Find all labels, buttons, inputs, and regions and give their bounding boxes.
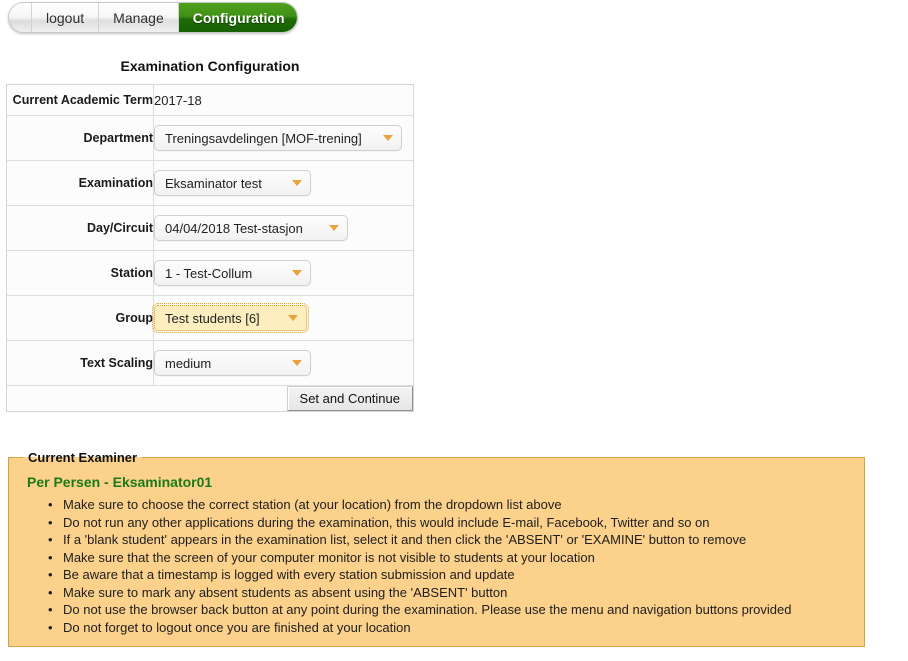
group-select[interactable]: Test students [6] [152, 303, 309, 333]
examination-select-value: Eksaminator test [165, 175, 262, 191]
table-row-day-circuit: Day/Circuit 04/04/2018 Test-stasjon [7, 205, 413, 251]
page-title: Examination Configuration [120, 58, 300, 74]
station-select-value: 1 - Test-Collum [165, 265, 253, 281]
tab-configuration[interactable]: Configuration [178, 3, 297, 32]
examiner-instructions-list: Make sure to choose the correct station … [39, 496, 854, 636]
current-examiner-panel: Current Examiner Per Persen - Eksaminato… [8, 450, 865, 647]
group-select-value: Test students [6] [165, 310, 260, 326]
table-row-station: Station 1 - Test-Collum [7, 250, 413, 296]
list-item: Make sure that the screen of your comput… [48, 549, 854, 567]
tab-logout-label: logout [46, 9, 85, 26]
table-row-text-scaling: Text Scaling medium [7, 340, 413, 386]
station-select[interactable]: 1 - Test-Collum [154, 260, 311, 286]
list-item: Make sure to choose the correct station … [48, 496, 854, 514]
chevron-down-icon [292, 180, 302, 186]
text-scaling-select-value: medium [165, 355, 212, 371]
table-row-group: Group Test students [6] [7, 295, 413, 341]
examiner-name: Per Persen - Eksaminator01 [27, 474, 213, 490]
list-item: Do not forget to logout once you are fin… [48, 619, 854, 637]
tab-configuration-label: Configuration [192, 9, 285, 26]
tab-bar-left-cap [9, 3, 32, 32]
examination-select[interactable]: Eksaminator test [154, 170, 311, 196]
table-row-examination: Examination Eksaminator test [7, 160, 413, 206]
current-examiner-legend: Current Examiner [28, 450, 138, 465]
chevron-down-icon [383, 135, 393, 141]
tab-logout[interactable]: logout [32, 3, 100, 32]
label-current-academic-term: Current Academic Term [7, 85, 154, 116]
list-item: Do not run any other applications during… [48, 514, 854, 532]
tab-manage[interactable]: Manage [99, 3, 179, 32]
value-current-academic-term: 2017-18 [153, 85, 413, 116]
label-examination: Examination [7, 160, 154, 206]
set-and-continue-button[interactable]: Set and Continue [286, 386, 413, 411]
label-station: Station [7, 250, 154, 296]
table-row-academic-term: Current Academic Term 2017-18 [7, 85, 413, 116]
tab-bar: logout Manage Configuration [8, 2, 298, 33]
department-select[interactable]: Treningsavdelingen [MOF-trening] [154, 125, 402, 151]
chevron-down-icon [288, 315, 298, 321]
chevron-down-icon [292, 270, 302, 276]
list-item: If a 'blank student' appears in the exam… [48, 531, 854, 549]
text-scaling-select[interactable]: medium [154, 350, 311, 376]
table-row-actions: Set and Continue [7, 386, 413, 411]
chevron-down-icon [292, 360, 302, 366]
label-group: Group [7, 295, 154, 341]
day-circuit-select[interactable]: 04/04/2018 Test-stasjon [154, 215, 348, 241]
department-select-value: Treningsavdelingen [MOF-trening] [165, 130, 362, 146]
label-text-scaling: Text Scaling [7, 340, 154, 386]
tab-manage-label: Manage [113, 9, 164, 26]
configuration-panel: Current Academic Term 2017-18 Department… [6, 84, 414, 412]
day-circuit-select-value: 04/04/2018 Test-stasjon [165, 220, 303, 236]
table-row-department: Department Treningsavdelingen [MOF-treni… [7, 115, 413, 161]
list-item: Do not use the browser back button at an… [48, 601, 854, 619]
configuration-table: Current Academic Term 2017-18 Department… [7, 85, 413, 411]
label-day-circuit: Day/Circuit [7, 205, 154, 251]
list-item: Be aware that a timestamp is logged with… [48, 566, 854, 584]
chevron-down-icon [329, 225, 339, 231]
main-navigation: logout Manage Configuration [8, 2, 298, 33]
label-department: Department [7, 115, 154, 161]
list-item: Make sure to mark any absent students as… [48, 584, 854, 602]
